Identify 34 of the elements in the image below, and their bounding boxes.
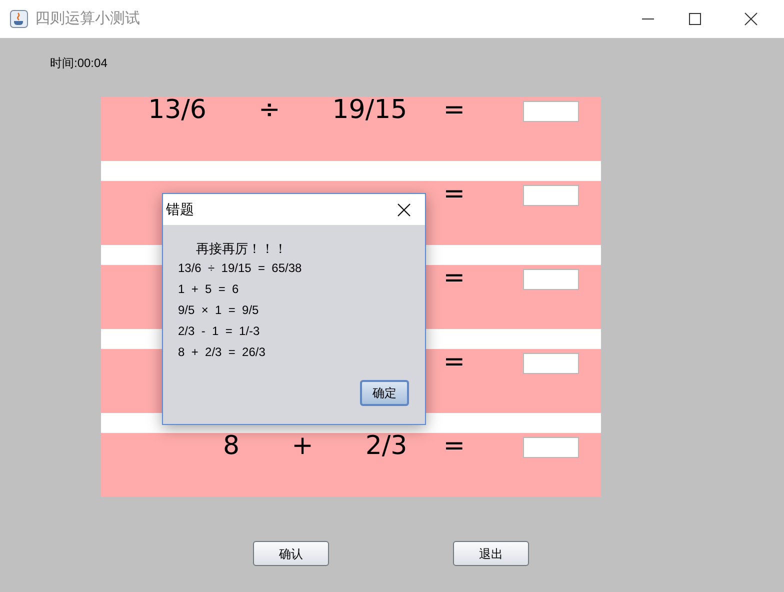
answer-field[interactable] <box>523 269 579 290</box>
app-icon <box>10 10 28 28</box>
equals-sign: = <box>443 181 465 207</box>
wrong-answer-line: 1 + 5 = 6 <box>178 281 239 298</box>
minimize-icon <box>642 18 654 20</box>
dialog-title: 错题 <box>166 200 194 219</box>
close-icon <box>397 202 411 216</box>
answer-field[interactable] <box>523 101 579 122</box>
ok-button[interactable]: 确定 <box>360 380 409 406</box>
equals-sign: = <box>443 433 465 459</box>
answer-field[interactable] <box>523 437 579 458</box>
equals-sign: = <box>443 349 465 375</box>
action-button[interactable]: 确认 <box>253 541 329 566</box>
wrong-answer-line: 9/5 × 1 = 9/5 <box>178 302 259 319</box>
close-icon <box>744 12 758 26</box>
window-title: 四则运算小测试 <box>35 8 140 29</box>
wrong-answer-line: 2/3 - 1 = 1/-3 <box>178 323 260 340</box>
operator: + <box>292 433 314 459</box>
maximize-icon <box>688 13 700 25</box>
action-button[interactable]: 退出 <box>453 541 529 566</box>
answer-field[interactable] <box>523 185 579 206</box>
operand: 13/6 <box>148 97 206 123</box>
wrong-answer-line: 13/6 ÷ 19/15 = 65/38 <box>178 260 302 277</box>
operand: 19/15 <box>332 97 408 123</box>
dialog-message: 再接再厉！！！ <box>196 240 287 257</box>
operand: 2/3 <box>365 433 408 459</box>
equals-sign: = <box>443 265 465 291</box>
operand: 8 <box>223 433 240 459</box>
answer-field[interactable] <box>523 353 579 374</box>
timer-label: 时间:00:04 <box>50 55 108 71</box>
dialog-close-button[interactable] <box>395 200 413 218</box>
wrong-answer-line: 8 + 2/3 = 26/3 <box>178 344 266 361</box>
operator: ÷ <box>258 97 280 123</box>
equals-sign: = <box>443 97 465 123</box>
